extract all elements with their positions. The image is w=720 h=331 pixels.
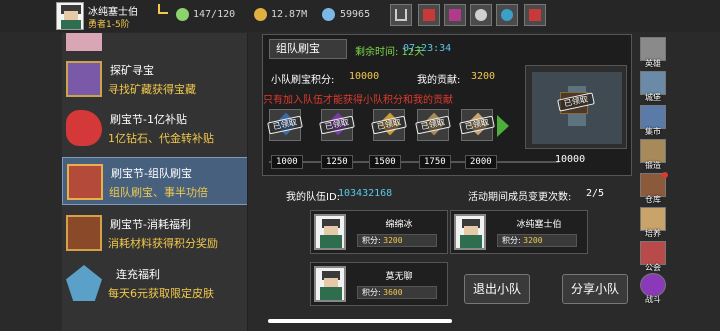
- settings-gear-button[interactable]: [470, 4, 492, 26]
- team-points-label: 小队刷宝积分:: [271, 75, 335, 86]
- list-item-title: 刷宝节-组队刷宝: [111, 167, 192, 180]
- gold-value: 12.87M: [271, 9, 308, 20]
- next-arrow-icon[interactable]: [497, 115, 509, 137]
- team-treasure-panel: 组队刷宝 剩余时间: 12天 07:23:34 小队刷宝积分: 10000 我的…: [262, 34, 632, 176]
- nav-warehouse[interactable]: 仓库: [636, 172, 670, 206]
- nav-castle[interactable]: 城堡: [636, 70, 670, 104]
- top-bar: 冰纯塞士伯 勇者1-5阶 147/120 12.87M 59965: [0, 0, 720, 32]
- reward-slot[interactable]: 已领取: [267, 109, 303, 141]
- player-rank: 勇者1-5阶: [88, 20, 130, 30]
- reward-slot[interactable]: 已领取: [371, 109, 407, 141]
- milestone-label: 1250: [321, 155, 353, 169]
- nav-market[interactable]: 集市: [636, 104, 670, 138]
- member-points: 积分: 3600: [357, 286, 437, 299]
- milestone-label: 2000: [465, 155, 497, 169]
- home-indicator[interactable]: [268, 319, 452, 323]
- panel-title: 组队刷宝: [269, 39, 347, 59]
- timer-value: 07:23:34: [403, 43, 452, 54]
- member-change-value: 2/5: [586, 188, 605, 199]
- player-avatar[interactable]: [56, 2, 84, 30]
- my-contribution-label: 我的贡献:: [417, 75, 461, 86]
- list-item[interactable]: 探矿寻宝 寻找矿藏获得宝藏: [62, 55, 247, 103]
- member-name: 莫无聊: [385, 272, 413, 282]
- team-member-card[interactable]: 绵绵冰 积分: 3200: [310, 210, 448, 254]
- member-points: 积分: 3200: [497, 234, 577, 247]
- wooden-chest-icon: [66, 215, 102, 251]
- gift-button[interactable]: [418, 4, 440, 26]
- team-member-card[interactable]: 冰纯塞士伯 积分: 3200: [450, 210, 588, 254]
- list-item-subtitle: 1亿钻石、代金转补贴: [108, 132, 214, 145]
- red-gem-icon: [66, 110, 102, 146]
- milestone-label: 1500: [369, 155, 401, 169]
- milestone-label: 1000: [271, 155, 303, 169]
- energy-icon: [176, 8, 189, 21]
- energy-value: 147/120: [193, 9, 236, 20]
- nav-train[interactable]: 培养: [636, 206, 670, 240]
- nav-hero[interactable]: 英雄: [636, 36, 670, 70]
- list-item[interactable]: 刷宝节-消耗福利 消耗材料获得积分奖励: [62, 209, 247, 257]
- list-item[interactable]: 连充福利 每天6元获取限定皮肤: [62, 259, 247, 307]
- reward-slot[interactable]: 已领取: [415, 109, 451, 141]
- share-team-button[interactable]: 分享小队: [562, 274, 628, 304]
- list-item[interactable]: 刷宝节-1亿补贴 1亿钻石、代金转补贴: [62, 104, 247, 152]
- my-contribution-value: 3200: [471, 71, 496, 82]
- crystal-icon: [66, 265, 102, 301]
- chest-icon: [67, 164, 103, 200]
- milestone-final-label: 10000: [555, 154, 586, 165]
- milestone-label: 1750: [419, 155, 451, 169]
- event-list: 探矿寻宝 寻找矿藏获得宝藏 刷宝节-1亿补贴 1亿钻石、代金转补贴 刷宝节-组队…: [62, 33, 248, 331]
- grand-reward-art[interactable]: 已领取: [525, 65, 627, 149]
- game-screen: 冰纯塞士伯 勇者1-5阶 147/120 12.87M 59965 探矿寻宝 寻…: [0, 0, 720, 331]
- reward-slot[interactable]: 已领取: [319, 109, 355, 141]
- leave-team-button[interactable]: 退出小队: [464, 274, 530, 304]
- team-id-label: 我的队伍ID:: [286, 192, 341, 203]
- member-change-label: 活动期间成员变更次数:: [468, 192, 572, 203]
- list-item-title: 探矿寻宝: [110, 64, 154, 77]
- list-item-selected[interactable]: 刷宝节-组队刷宝 组队刷宝、事半功倍: [62, 157, 247, 205]
- list-item-subtitle: 组队刷宝、事半功倍: [109, 186, 208, 199]
- reward-slot[interactable]: 已领取: [459, 109, 495, 141]
- list-item-subtitle: 每天6元获取限定皮肤: [108, 287, 214, 300]
- lucky-wheel-button[interactable]: [496, 4, 518, 26]
- member-name: 冰纯塞士伯: [516, 220, 562, 230]
- treasure-box-icon: [66, 61, 102, 97]
- notification-dot: [662, 172, 668, 178]
- event-icon: [66, 33, 102, 51]
- member-avatar: [314, 214, 346, 250]
- nav-guild[interactable]: 公会: [636, 240, 670, 274]
- edit-icon[interactable]: [158, 4, 168, 14]
- mail-button[interactable]: [524, 4, 546, 26]
- list-item[interactable]: [62, 33, 247, 55]
- team-id-value: 103432168: [338, 188, 393, 199]
- nav-forge[interactable]: 锻造: [636, 138, 670, 172]
- team-points-value: 10000: [349, 71, 380, 82]
- list-item-title: 刷宝节-消耗福利: [110, 218, 191, 231]
- shop-cart-button[interactable]: [390, 4, 412, 26]
- member-avatar: [314, 266, 346, 302]
- list-item-subtitle: 寻找矿藏获得宝藏: [108, 83, 196, 96]
- join-team-warning: 只有加入队伍才能获得小队积分和我的贡献: [263, 95, 453, 106]
- gem-icon: [322, 8, 335, 21]
- team-member-card[interactable]: 莫无聊 积分: 3600: [310, 262, 448, 306]
- player-name: 冰纯塞士伯: [88, 7, 138, 18]
- list-item-title: 刷宝节-1亿补贴: [110, 113, 187, 126]
- milestone-track: [269, 161, 559, 163]
- list-item-title: 连充福利: [116, 268, 160, 281]
- event-gift-button[interactable]: [444, 4, 466, 26]
- list-item-subtitle: 消耗材料获得积分奖励: [108, 237, 218, 250]
- member-avatar: [454, 214, 486, 250]
- gem-value: 59965: [340, 9, 371, 20]
- member-name: 绵绵冰: [385, 220, 413, 230]
- nav-battle[interactable]: 战斗: [636, 272, 670, 306]
- gold-coin-icon: [254, 8, 267, 21]
- member-points: 积分: 3200: [357, 234, 437, 247]
